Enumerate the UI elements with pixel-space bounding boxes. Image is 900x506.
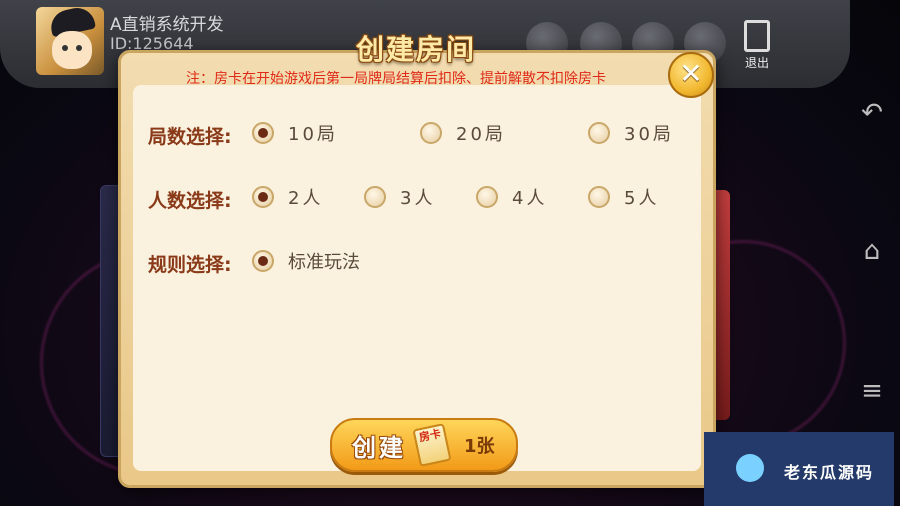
radio-selected[interactable] xyxy=(252,122,274,144)
option-label: 20局 xyxy=(456,124,506,145)
rules-label: 规则选择: xyxy=(148,254,232,276)
radio-unselected[interactable] xyxy=(476,186,498,208)
game-lobby-screen: A直销系统开发 ID:125644 退出 ↶ ⌂ ≡ 创建房间 注：房卡在开始游… xyxy=(0,0,900,506)
option-label: 3人 xyxy=(400,188,436,209)
create-button[interactable]: 创建 房卡 1张 xyxy=(330,418,518,472)
rounds-option-10[interactable]: 10局 xyxy=(252,118,338,148)
option-label: 标准玩法 xyxy=(288,252,360,273)
option-label: 30局 xyxy=(624,124,674,145)
room-card-icon: 房卡 xyxy=(412,423,452,467)
option-label: 10局 xyxy=(288,124,338,145)
rounds-label: 局数选择: xyxy=(148,126,232,148)
create-label: 创建 xyxy=(352,434,406,462)
option-label: 2人 xyxy=(288,188,324,209)
players-option-4[interactable]: 4人 xyxy=(476,182,547,212)
watermark: 老东瓜源码 xyxy=(704,432,894,506)
players-label: 人数选择: xyxy=(148,190,232,212)
radio-unselected[interactable] xyxy=(364,186,386,208)
rounds-option-30[interactable]: 30局 xyxy=(588,118,674,148)
radio-unselected[interactable] xyxy=(588,186,610,208)
back-icon[interactable]: ↶ xyxy=(852,98,892,128)
close-button[interactable]: ✕ xyxy=(668,52,714,98)
diamond-logo-icon xyxy=(736,454,764,482)
home-icon[interactable]: ⌂ xyxy=(852,236,892,266)
menu-icon[interactable]: ≡ xyxy=(852,376,892,406)
players-option-3[interactable]: 3人 xyxy=(364,182,435,212)
close-icon: ✕ xyxy=(679,57,703,90)
watermark-text: 老东瓜源码 xyxy=(784,463,875,482)
rules-option-standard[interactable]: 标准玩法 xyxy=(252,246,360,276)
radio-selected[interactable] xyxy=(252,250,274,272)
option-label: 4人 xyxy=(512,188,548,209)
card-count: 1张 xyxy=(464,436,495,457)
notice-text: 注：房卡在开始游戏后第一局牌局结算后扣除、提前解散不扣除房卡 xyxy=(186,71,606,87)
radio-unselected[interactable] xyxy=(588,122,610,144)
option-label: 5人 xyxy=(624,188,660,209)
rounds-option-20[interactable]: 20局 xyxy=(420,118,506,148)
players-option-5[interactable]: 5人 xyxy=(588,182,659,212)
players-option-2[interactable]: 2人 xyxy=(252,182,323,212)
radio-unselected[interactable] xyxy=(420,122,442,144)
radio-selected[interactable] xyxy=(252,186,274,208)
